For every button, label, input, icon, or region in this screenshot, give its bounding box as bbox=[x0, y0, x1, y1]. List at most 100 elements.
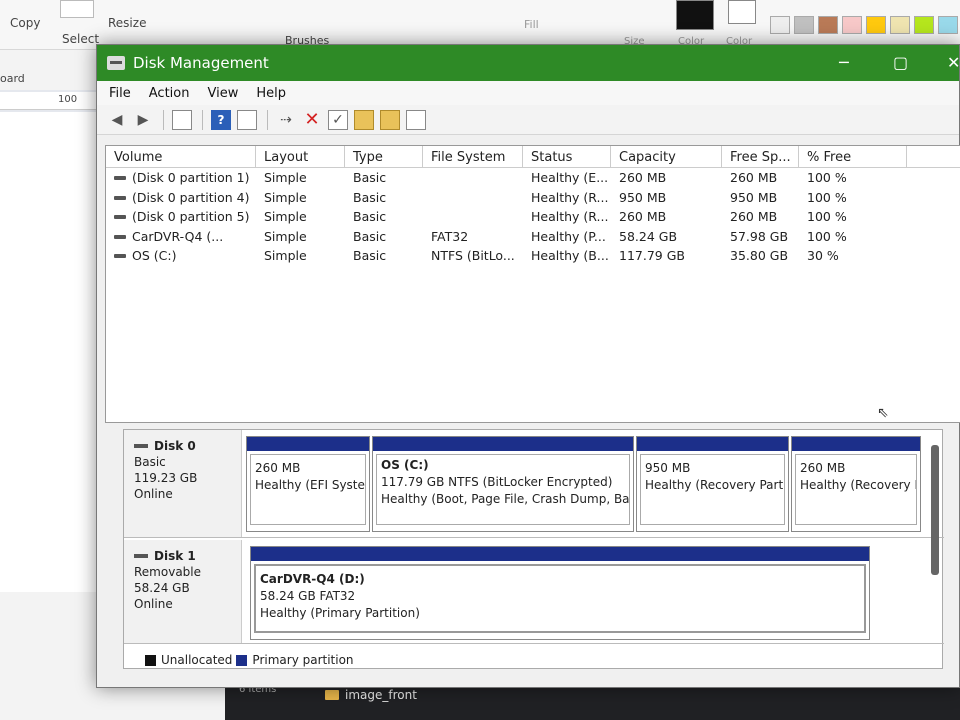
col-free-space[interactable]: Free Sp... bbox=[722, 146, 799, 167]
disk-icon bbox=[134, 444, 148, 448]
palette-swatch[interactable] bbox=[794, 16, 814, 34]
disk1-row[interactable]: Disk 1 Removable 58.24 GB Online CarDVR-… bbox=[124, 540, 944, 644]
col-filesystem[interactable]: File System bbox=[423, 146, 523, 167]
disk1-partition-cardvr[interactable]: CarDVR-Q4 (D:) 58.24 GB FAT32 Healthy (P… bbox=[250, 546, 870, 640]
disk0-row[interactable]: Disk 0 Basic 119.23 GB Online 260 MB Hea… bbox=[124, 430, 944, 538]
primary-partition-swatch bbox=[236, 654, 248, 666]
col-type[interactable]: Type bbox=[345, 146, 423, 167]
palette-swatch[interactable] bbox=[770, 16, 790, 34]
cell-volume: (Disk 0 partition 4) bbox=[106, 190, 256, 205]
cell-fs: NTFS (BitLo... bbox=[431, 248, 515, 264]
console-tree-icon[interactable] bbox=[172, 109, 192, 130]
folder-up-icon[interactable] bbox=[354, 109, 374, 130]
disk-app-icon bbox=[107, 56, 125, 70]
col-layout[interactable]: Layout bbox=[256, 146, 345, 167]
color2-swatch[interactable] bbox=[728, 0, 756, 24]
volume-icon bbox=[114, 234, 126, 239]
cell-type: Basic bbox=[353, 189, 387, 205]
resize-button[interactable]: Resize bbox=[108, 16, 146, 30]
select-button[interactable]: Select bbox=[62, 32, 99, 46]
cell-layout: Simple bbox=[264, 209, 307, 225]
volume-rows: (Disk 0 partition 1) Simple Basic Healthy (… bbox=[106, 168, 960, 266]
menu-bar: File Action View Help bbox=[97, 81, 959, 105]
title-bar[interactable]: Disk Management ─ ▢ ✕ bbox=[97, 45, 960, 81]
paste-icon bbox=[60, 0, 94, 18]
cell-free: 260 MB bbox=[730, 170, 778, 186]
volume-row[interactable]: (Disk 0 partition 1) Simple Basic Healthy (… bbox=[106, 168, 960, 188]
cell-pct: 100 % bbox=[807, 209, 847, 225]
cell-free: 950 MB bbox=[730, 189, 778, 205]
close-icon[interactable]: ✕ bbox=[947, 53, 960, 72]
delete-icon[interactable]: ✕ bbox=[302, 109, 322, 130]
palette-swatch[interactable] bbox=[914, 16, 934, 34]
open-folder-icon[interactable] bbox=[380, 109, 400, 130]
properties-icon[interactable] bbox=[237, 109, 257, 130]
palette-swatch[interactable] bbox=[818, 16, 838, 34]
cell-layout: Simple bbox=[264, 228, 307, 244]
volume-row[interactable]: CarDVR-Q4 (... Simple Basic FAT32 Healthy (P… bbox=[106, 227, 960, 247]
cell-free: 35.80 GB bbox=[730, 248, 789, 264]
maximize-icon[interactable]: ▢ bbox=[893, 53, 908, 72]
col-capacity[interactable]: Capacity bbox=[611, 146, 722, 167]
cell-layout: Simple bbox=[264, 189, 307, 205]
volume-row[interactable]: (Disk 0 partition 4) Simple Basic Healthy (… bbox=[106, 188, 960, 208]
palette-swatch[interactable] bbox=[866, 16, 886, 34]
cell-status: Healthy (E... bbox=[531, 170, 609, 186]
menu-help[interactable]: Help bbox=[256, 86, 286, 101]
volume-list-header: Volume Layout Type File System Status Ca… bbox=[106, 146, 960, 168]
mouse-cursor-icon: ⇖ bbox=[877, 405, 889, 421]
help-icon[interactable]: ? bbox=[211, 109, 231, 130]
cell-fs: FAT32 bbox=[431, 228, 469, 244]
copy-button[interactable]: Copy bbox=[10, 16, 40, 30]
volume-icon bbox=[114, 176, 126, 181]
disk0-info[interactable]: Disk 0 Basic 119.23 GB Online bbox=[124, 430, 242, 537]
col-status[interactable]: Status bbox=[523, 146, 611, 167]
disk0-partition-os[interactable]: OS (C:) 117.79 GB NTFS (BitLocker Encryp… bbox=[372, 436, 634, 532]
palette-swatch[interactable] bbox=[890, 16, 910, 34]
color1-swatch[interactable] bbox=[676, 0, 714, 30]
menu-file[interactable]: File bbox=[109, 86, 131, 101]
disk0-partition-recovery-2[interactable]: 260 MB Healthy (Recovery I bbox=[791, 436, 921, 532]
fill-button[interactable]: Fill bbox=[524, 18, 539, 31]
menu-view[interactable]: View bbox=[207, 86, 238, 101]
paint-ribbon: Copy Select Resize Brushes Fill Size Col… bbox=[0, 0, 960, 50]
disk1-info[interactable]: Disk 1 Removable 58.24 GB Online bbox=[124, 540, 242, 643]
col-percent-free[interactable]: % Free bbox=[799, 146, 907, 167]
cell-layout: Simple bbox=[264, 170, 307, 186]
check-icon[interactable]: ✓ bbox=[328, 109, 348, 130]
cell-volume: OS (C:) bbox=[106, 248, 256, 263]
cell-capacity: 58.24 GB bbox=[619, 228, 678, 244]
cell-pct: 100 % bbox=[807, 189, 847, 205]
volume-row[interactable]: (Disk 0 partition 5) Simple Basic Healthy (… bbox=[106, 207, 960, 227]
clipboard-label: oard bbox=[0, 72, 25, 85]
cell-layout: Simple bbox=[264, 248, 307, 264]
cell-type: Basic bbox=[353, 228, 387, 244]
volume-row[interactable]: OS (C:) Simple Basic NTFS (BitLo... Healthy … bbox=[106, 246, 960, 266]
disk0-partition-efi[interactable]: 260 MB Healthy (EFI Systen bbox=[246, 436, 370, 532]
cell-status: Healthy (R... bbox=[531, 189, 609, 205]
view-icon[interactable] bbox=[406, 109, 426, 130]
palette-swatch[interactable] bbox=[938, 16, 958, 34]
explorer-strip: 6 items image_front bbox=[225, 684, 960, 720]
disk-icon bbox=[134, 554, 148, 558]
volume-icon bbox=[114, 215, 126, 220]
folder-item[interactable]: image_front bbox=[325, 688, 417, 702]
disk0-partition-recovery-1[interactable]: 950 MB Healthy (Recovery Partit bbox=[636, 436, 789, 532]
disk-management-window: Disk Management ─ ▢ ✕ File Action View H… bbox=[96, 44, 960, 688]
graphical-view-scrollbar[interactable] bbox=[931, 445, 939, 575]
volume-icon bbox=[114, 195, 126, 200]
unallocated-swatch bbox=[145, 654, 156, 666]
palette-swatch[interactable] bbox=[842, 16, 862, 34]
forward-arrow-icon[interactable]: ▶ bbox=[133, 110, 153, 130]
connect-icon[interactable]: ⇢ bbox=[276, 110, 296, 130]
cell-free: 260 MB bbox=[730, 209, 778, 225]
back-arrow-icon[interactable]: ◀ bbox=[107, 110, 127, 130]
cell-volume: CarDVR-Q4 (... bbox=[106, 229, 256, 244]
cell-capacity: 950 MB bbox=[619, 189, 667, 205]
cell-type: Basic bbox=[353, 170, 387, 186]
col-volume[interactable]: Volume bbox=[106, 146, 256, 167]
menu-action[interactable]: Action bbox=[149, 86, 190, 101]
minimize-icon[interactable]: ─ bbox=[839, 53, 849, 72]
cell-pct: 100 % bbox=[807, 228, 847, 244]
volume-icon bbox=[114, 254, 126, 259]
